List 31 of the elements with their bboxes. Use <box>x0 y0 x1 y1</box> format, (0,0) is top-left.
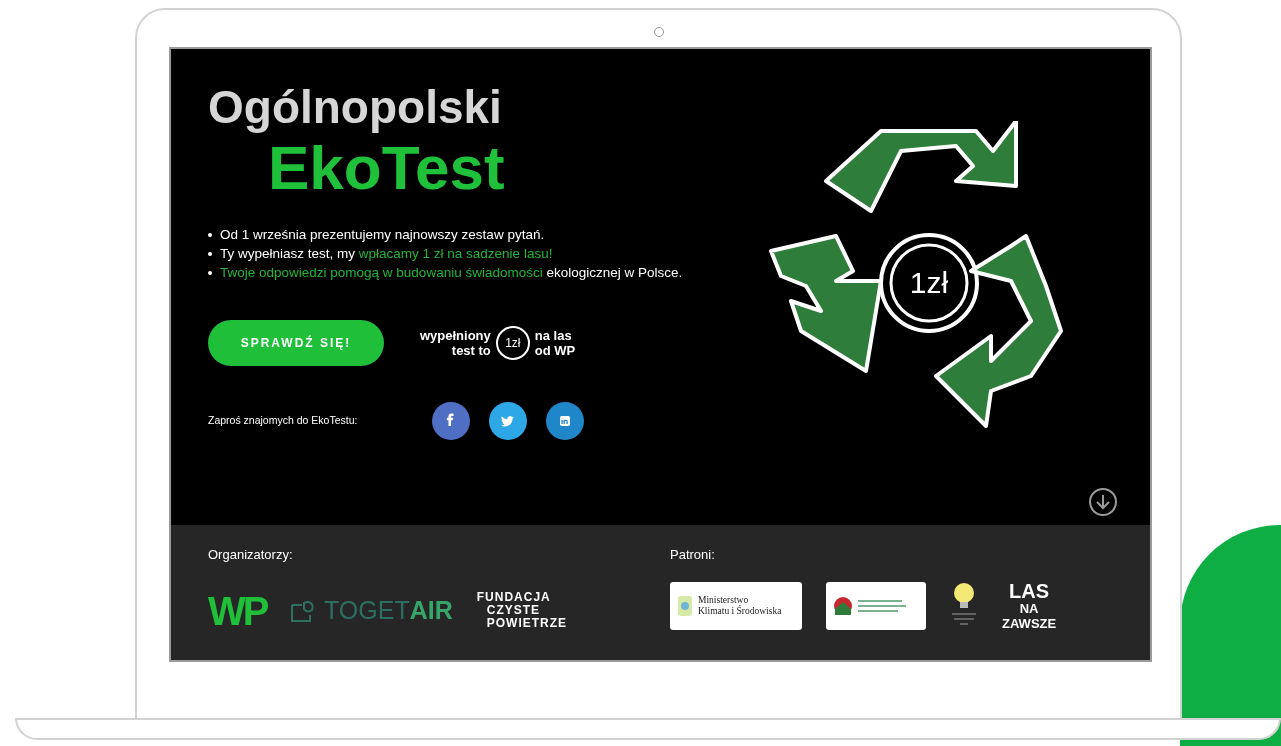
bullet-text: Twoje odpowiedzi pomogą w budowaniu świadomości ekologicznej w Polsce. <box>220 264 683 282</box>
invite-text: Zaproś znajomych do EkoTestu: <box>208 413 359 429</box>
emblem-icon <box>678 595 692 616</box>
forest-logo: LAS NA ZAWSZE <box>1002 580 1057 631</box>
coin-badge: 1zł <box>495 326 530 360</box>
fundacja-logo: FUNDACJA CZYSTE POWIETRZE <box>476 591 568 630</box>
title: Ogólnopolski <box>208 80 503 135</box>
wp-logo: WP <box>208 587 268 635</box>
leaf-box-icon <box>290 598 316 623</box>
small-print-drawing <box>858 598 908 613</box>
bullet-icon <box>208 271 212 275</box>
bullet-text: Od 1 września prezentujemy najnowszy zestaw pytań. <box>220 226 545 244</box>
badge-text: test to <box>451 343 491 358</box>
bullet-text: Ty wypełniasz test, my wpłacamy 1 zł na sadzenie lasu! <box>220 245 553 263</box>
togetair-logo: TOGETAIR <box>324 594 453 626</box>
bullet-icon <box>208 252 212 256</box>
emblem-icon <box>834 596 852 615</box>
coin-label: 1zł <box>908 265 950 301</box>
check-yourself-button[interactable]: SPRAWDŹ SIĘ! <box>208 320 384 366</box>
bullet-icon <box>208 233 212 237</box>
badge-text: na las <box>534 328 573 343</box>
title-highlight: EkoTest <box>268 135 506 201</box>
scroll-down-icon[interactable] <box>1088 487 1118 517</box>
badge-text: od WP <box>534 343 576 358</box>
share-button[interactable] <box>489 402 527 440</box>
organizers-label: Organizatorzy: <box>208 546 294 564</box>
badge-text: wypełniony <box>420 328 491 343</box>
share-button[interactable] <box>546 402 584 440</box>
patrons-label: Patroni: <box>670 546 716 564</box>
share-button[interactable] <box>432 402 470 440</box>
ministry-logo: Ministerstwo Klimatu i Środowiska <box>670 581 802 630</box>
